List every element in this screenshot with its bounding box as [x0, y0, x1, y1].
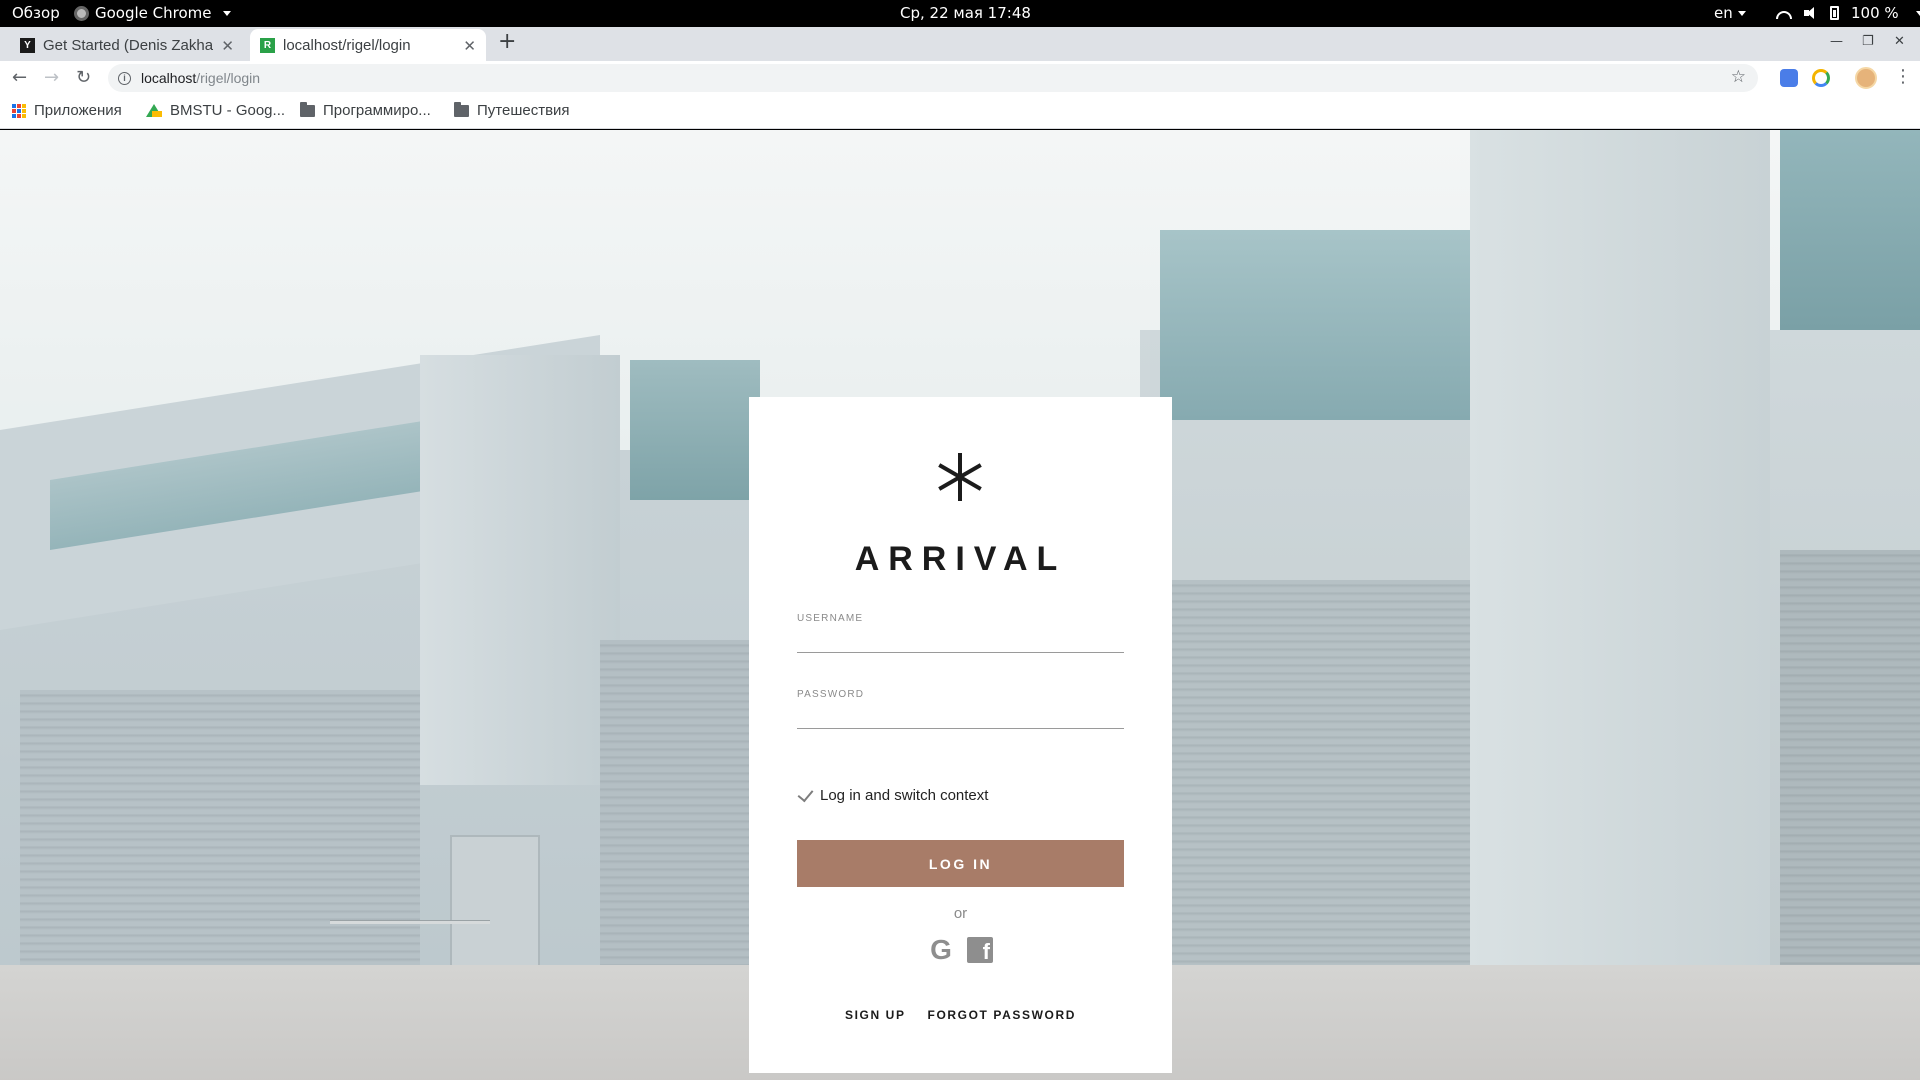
tab-get-started[interactable]: Y Get Started (Denis Zakharov) ✕: [8, 29, 244, 61]
back-icon[interactable]: ←: [12, 67, 27, 88]
apps-grid-icon: [12, 103, 26, 118]
toolbar: ← → ↻ i localhost/rigel/login ☆ ⋮: [0, 61, 1920, 97]
wifi-icon: [1776, 7, 1792, 19]
app-menu-label: Google Chrome: [95, 4, 212, 22]
clock[interactable]: Ср, 22 мая 17:48: [900, 4, 1031, 22]
password-label: PASSWORD: [797, 689, 865, 700]
url-host: localhost: [141, 70, 197, 86]
battery-percent: 100 %: [1851, 4, 1899, 22]
system-top-bar: Обзор Google Chrome Ср, 22 мая 17:48 en …: [0, 0, 1920, 27]
language-label: en: [1714, 4, 1733, 22]
info-icon[interactable]: i: [118, 71, 131, 85]
close-icon[interactable]: ✕: [221, 37, 234, 55]
switch-context-checkbox[interactable]: Log in and switch context: [797, 785, 989, 804]
facebook-login-icon[interactable]: f: [967, 937, 993, 963]
bookmark-star-icon[interactable]: ☆: [1731, 67, 1746, 87]
switch-context-label: Log in and switch context: [820, 787, 989, 804]
bookmark-label: Приложения: [34, 102, 122, 119]
address-bar[interactable]: i localhost/rigel/login ☆: [108, 64, 1758, 92]
google-login-icon[interactable]: G: [928, 936, 954, 964]
password-input[interactable]: [797, 704, 1124, 726]
forgot-password-link[interactable]: FORGOT PASSWORD: [928, 1008, 1076, 1022]
profile-avatar[interactable]: [1855, 67, 1877, 89]
username-input[interactable]: [797, 628, 1124, 650]
drive-icon: [146, 104, 162, 117]
status-menu[interactable]: 100 %: [1776, 4, 1920, 22]
forward-icon[interactable]: →: [44, 67, 59, 88]
check-icon[interactable]: [797, 785, 814, 802]
activities-button[interactable]: Обзор: [12, 4, 60, 22]
bookmark-apps[interactable]: Приложения: [12, 102, 122, 119]
folder-icon: [300, 101, 315, 117]
bookmark-travel[interactable]: Путешествия: [454, 101, 570, 119]
extension-icon[interactable]: [1812, 69, 1830, 87]
asterisk-logo-icon: [934, 451, 986, 503]
keyboard-layout[interactable]: en: [1714, 4, 1746, 22]
restore-icon[interactable]: ❐: [1862, 34, 1874, 49]
auth-links: SIGN UP FORGOT PASSWORD: [749, 1008, 1172, 1022]
close-window-icon[interactable]: ✕: [1894, 34, 1905, 49]
sign-up-link[interactable]: SIGN UP: [845, 1008, 906, 1022]
login-card: ARRIVAL USERNAME PASSWORD Log in and swi…: [749, 397, 1172, 1073]
bookmark-programming[interactable]: Программиро...: [300, 101, 431, 119]
chevron-down-icon: [1915, 10, 1920, 16]
jetbrains-icon: Y: [20, 37, 35, 53]
bookmark-label: Путешествия: [477, 102, 570, 119]
url-path: /rigel/login: [196, 70, 261, 86]
login-page: ARRIVAL USERNAME PASSWORD Log in and swi…: [0, 130, 1920, 1080]
login-button[interactable]: LOG IN: [797, 840, 1124, 887]
more-menu-icon[interactable]: ⋮: [1894, 66, 1912, 87]
brand-logo: ARRIVAL: [854, 540, 1067, 578]
chrome-icon: [74, 5, 89, 21]
chevron-down-icon: [1737, 11, 1746, 16]
tab-rigel-login[interactable]: R localhost/rigel/login ✕: [250, 29, 486, 61]
tab-strip: Y Get Started (Denis Zakharov) ✕ R local…: [0, 27, 1920, 61]
folder-icon: [454, 101, 469, 117]
tab-title: localhost/rigel/login: [283, 36, 411, 54]
reload-icon[interactable]: ↻: [76, 67, 91, 88]
or-divider: or: [953, 905, 968, 922]
username-label: USERNAME: [797, 613, 864, 624]
bookmark-label: BMSTU - Goog...: [170, 102, 286, 119]
bookmark-label: Программиро...: [323, 102, 431, 119]
app-menu[interactable]: Google Chrome: [74, 4, 231, 22]
tab-title: Get Started (Denis Zakharov): [43, 36, 213, 54]
username-field[interactable]: USERNAME: [797, 613, 1124, 653]
minimize-icon[interactable]: —: [1830, 34, 1843, 49]
close-icon[interactable]: ✕: [463, 37, 476, 55]
r-icon: R: [260, 37, 275, 53]
password-field[interactable]: PASSWORD: [797, 689, 1124, 729]
bookmark-bmstu[interactable]: BMSTU - Goog...: [146, 102, 285, 119]
new-tab-button[interactable]: +: [498, 29, 516, 54]
chevron-down-icon: [222, 10, 231, 16]
volume-muted-icon: [1804, 7, 1818, 19]
translate-extension-icon[interactable]: [1780, 69, 1798, 87]
battery-icon: [1830, 6, 1839, 20]
bookmarks-bar: Приложения BMSTU - Goog... Программиро..…: [0, 97, 1920, 129]
